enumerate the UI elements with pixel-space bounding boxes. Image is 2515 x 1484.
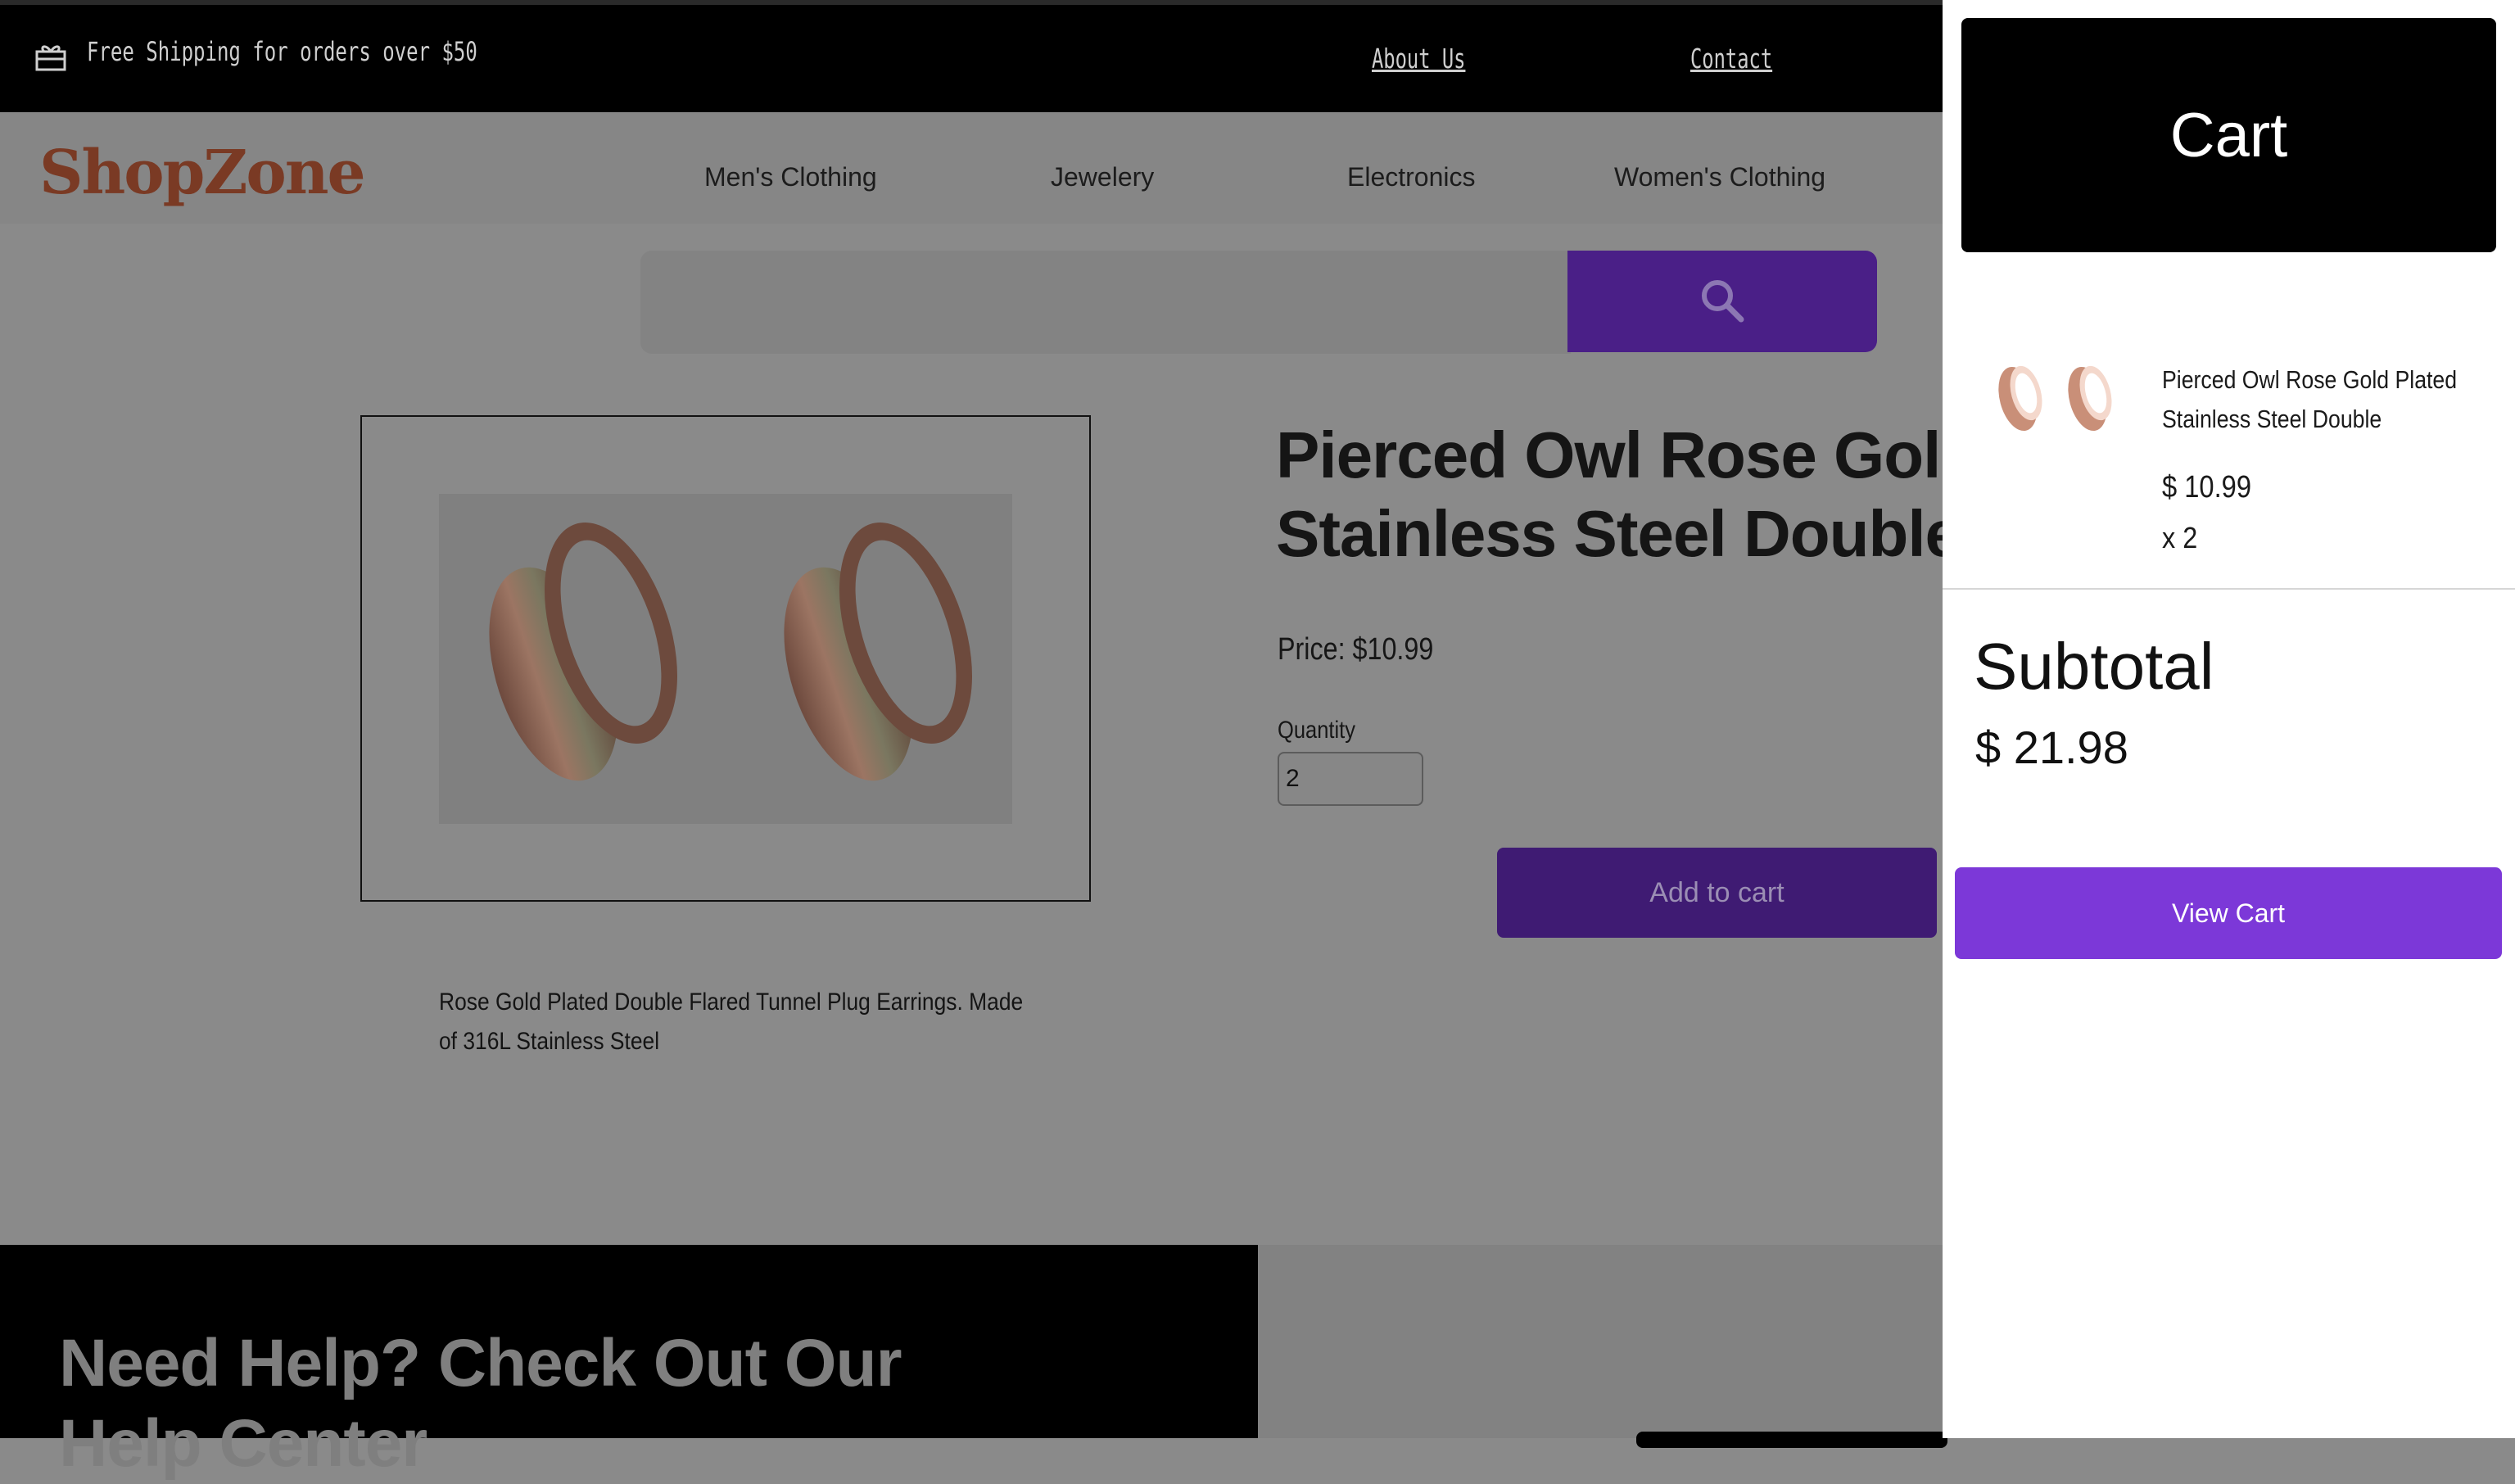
help-title-line-1: Need Help? Check Out Our bbox=[59, 1326, 902, 1400]
subtotal-label: Subtotal bbox=[1974, 630, 2214, 703]
help-center-title: Need Help? Check Out Our Help Center bbox=[59, 1323, 902, 1484]
free-shipping-text: Free Shipping for orders over $50 bbox=[87, 36, 477, 67]
about-us-link[interactable]: About Us bbox=[1372, 43, 1465, 75]
search-button[interactable] bbox=[1567, 251, 1877, 352]
product-title: Pierced Owl Rose Gold Stainless Steel Do… bbox=[1276, 416, 1980, 573]
cart-item-quantity: x 2 bbox=[2162, 521, 2198, 554]
cart-item-name[interactable]: Pierced Owl Rose Gold Plated Stainless S… bbox=[2162, 360, 2515, 439]
quantity-label: Quantity bbox=[1278, 717, 1355, 744]
nav-item-jewelery[interactable]: Jewelery bbox=[1051, 162, 1154, 192]
nav-item-electronics[interactable]: Electronics bbox=[1347, 162, 1476, 192]
footer-button[interactable] bbox=[1636, 1432, 1947, 1448]
product-title-line-2: Stainless Steel Double bbox=[1276, 497, 1961, 570]
search-input[interactable] bbox=[640, 251, 1571, 354]
help-title-line-2: Help Center bbox=[59, 1406, 427, 1481]
view-cart-button[interactable]: View Cart bbox=[1955, 867, 2502, 959]
cart-item-price: $ 10.99 bbox=[2162, 470, 2252, 504]
product-image bbox=[439, 494, 1012, 824]
nav-item-mens-clothing[interactable]: Men's Clothing bbox=[704, 162, 877, 192]
quantity-input[interactable] bbox=[1278, 752, 1423, 806]
shopzone-logo[interactable]: ShopZone bbox=[39, 138, 366, 208]
product-price: Price: $10.99 bbox=[1278, 632, 1434, 667]
gift-icon bbox=[35, 45, 66, 71]
product-title-line-1: Pierced Owl Rose Gold bbox=[1276, 419, 1980, 491]
search-icon bbox=[1702, 280, 1744, 323]
subtotal-value: $ 21.98 bbox=[1975, 722, 2128, 773]
cart-title: Cart bbox=[1961, 18, 2496, 252]
product-description: Rose Gold Plated Double Flared Tunnel Pl… bbox=[439, 989, 1024, 1055]
add-to-cart-button[interactable]: Add to cart bbox=[1497, 848, 1937, 938]
cart-divider bbox=[1943, 588, 2515, 590]
contact-link[interactable]: Contact bbox=[1690, 43, 1772, 75]
nav-item-womens-clothing[interactable]: Women's Clothing bbox=[1614, 162, 1825, 192]
footer-right-panel bbox=[1258, 1245, 1943, 1438]
cart-item-thumbnail[interactable] bbox=[1985, 354, 2124, 436]
